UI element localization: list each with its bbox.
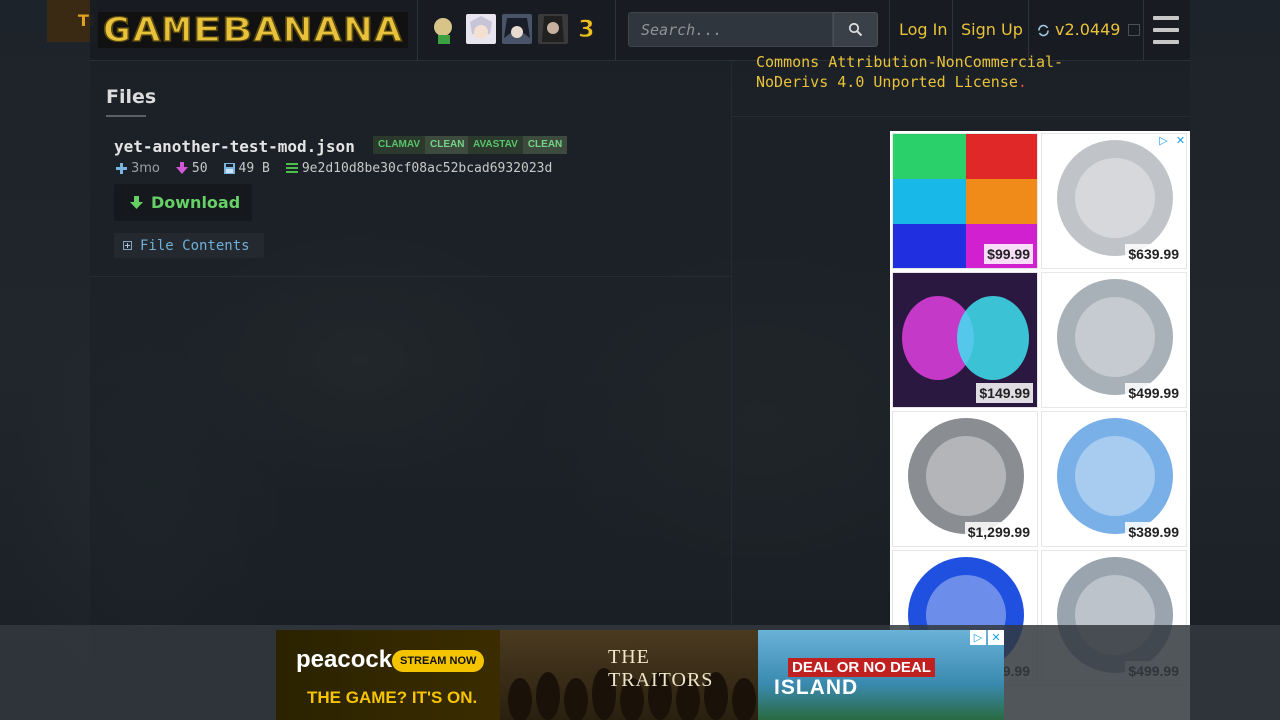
hash-lines-icon bbox=[285, 163, 298, 173]
featured-badge-icon[interactable]: 3 bbox=[574, 14, 604, 44]
ad-close-icon[interactable]: ✕ bbox=[1174, 134, 1187, 147]
product-price: $639.99 bbox=[1125, 244, 1182, 264]
header-separator bbox=[417, 0, 418, 60]
adchoices-icon[interactable]: ▷ bbox=[970, 630, 986, 645]
version-box-icon bbox=[1128, 24, 1141, 36]
deal-island-promo: DEAL OR NO DEAL ISLAND bbox=[758, 630, 1004, 720]
floppy-icon bbox=[223, 162, 235, 174]
peacock-logo: peacock bbox=[296, 646, 393, 673]
traitors-promo: THE TRAITORS bbox=[500, 630, 758, 720]
ad-product-tile[interactable]: $99.99 bbox=[892, 133, 1038, 269]
svg-text:GAMEBANANA: GAMEBANANA bbox=[102, 12, 404, 48]
ad-close-icon[interactable]: ✕ bbox=[988, 630, 1004, 645]
product-price: $499.99 bbox=[1125, 383, 1182, 403]
svg-text:3: 3 bbox=[578, 15, 595, 43]
product-price: $99.99 bbox=[984, 244, 1033, 264]
ad-product-tile[interactable]: $1,299.99 bbox=[892, 411, 1038, 547]
stream-now-button[interactable]: STREAM NOW bbox=[392, 650, 485, 672]
product-price: $1,299.99 bbox=[964, 522, 1033, 542]
avatar-anime-icon[interactable] bbox=[466, 14, 496, 44]
files-section: Files yet-another-test-mod.json CLAMAV CL… bbox=[90, 66, 732, 277]
ad-product-tile[interactable]: $499.99 bbox=[1041, 272, 1187, 408]
file-md5: 9e2d10d8be30cf08ac52bcad6932023d bbox=[285, 161, 552, 176]
files-heading-underline bbox=[106, 115, 146, 117]
gamebanana-logo[interactable]: GAMEBANANA bbox=[98, 9, 408, 50]
avatar-character-icon[interactable] bbox=[538, 14, 568, 44]
bottom-ad-controls: ▷ ✕ bbox=[970, 630, 1004, 645]
license-line-1: Commons Attribution-NonCommercial- bbox=[756, 53, 1064, 71]
sync-icon bbox=[1038, 24, 1049, 36]
license-period: . bbox=[1017, 73, 1027, 91]
file-downloads: 50 bbox=[175, 161, 208, 176]
files-heading: Files bbox=[106, 86, 157, 108]
ad-tagline: THE GAME? IT'S ON. bbox=[307, 688, 478, 707]
license-panel: Commons Attribution-NonCommercial- NoDer… bbox=[732, 42, 1190, 117]
product-price: $149.99 bbox=[976, 383, 1033, 403]
expand-icon bbox=[123, 241, 132, 250]
ad-product-tile[interactable]: $149.99 bbox=[892, 272, 1038, 408]
license-line-2: NoDerivs 4.0 Unported License. bbox=[756, 73, 1027, 91]
file-meta: 3mo 50 49 B 9e2d10d8be30cf08ac52bcad6932… bbox=[116, 160, 568, 176]
adchoices-icon[interactable]: ▷ bbox=[1157, 134, 1170, 147]
download-button[interactable]: Download bbox=[114, 184, 252, 221]
deal-title-bottom: ISLAND bbox=[774, 676, 859, 699]
avatar-baldi-icon[interactable] bbox=[430, 14, 460, 44]
header-separator bbox=[615, 0, 616, 60]
file-age: 3mo bbox=[116, 161, 160, 176]
hamburger-menu-icon[interactable] bbox=[1153, 16, 1179, 44]
scan-badge-clamav: CLAMAV CLEAN bbox=[373, 136, 470, 154]
product-price: $389.99 bbox=[1125, 522, 1182, 542]
download-icon bbox=[130, 195, 143, 209]
file-contents-toggle[interactable]: File Contents bbox=[114, 233, 264, 258]
bottom-banner-ad[interactable]: peacock STREAM NOW THE GAME? IT'S ON. TH… bbox=[276, 630, 1004, 720]
scan-badge-avastav: AVASTAV CLEAN bbox=[468, 136, 568, 154]
ad-product-tile[interactable]: $389.99 bbox=[1041, 411, 1187, 547]
featured-avatars: 3 bbox=[430, 14, 604, 46]
avatar-dark-hair-icon[interactable] bbox=[502, 14, 532, 44]
file-size: 49 B bbox=[223, 161, 270, 176]
license-text: Commons Attribution-NonCommercial- NoDer… bbox=[756, 52, 1176, 92]
download-arrow-icon bbox=[175, 162, 188, 174]
plus-icon bbox=[116, 162, 127, 174]
ad-product-tile[interactable]: $639.99 bbox=[1041, 133, 1187, 269]
ad-controls: ▷ ✕ bbox=[1157, 134, 1187, 147]
deal-title-top: DEAL OR NO DEAL bbox=[788, 658, 935, 677]
traitors-title: THE TRAITORS bbox=[608, 646, 714, 691]
file-name: yet-another-test-mod.json bbox=[114, 137, 355, 156]
search-icon bbox=[848, 22, 863, 37]
